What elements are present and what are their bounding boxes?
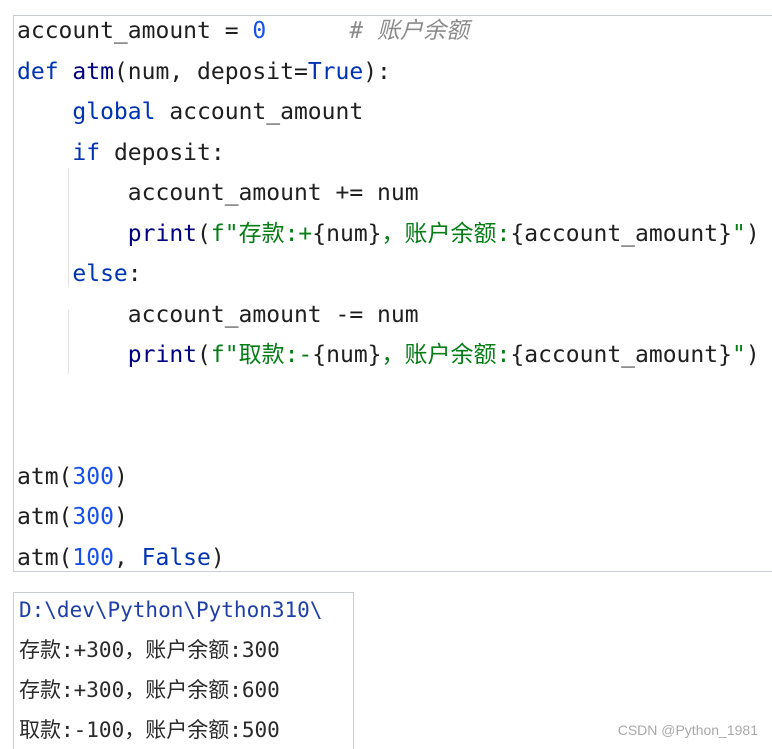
code-token: else: [72, 261, 128, 287]
code-line[interactable]: print(f"取款:-{num}，账户余额:{account_amount}"…: [17, 340, 760, 380]
code-token: False: [141, 544, 211, 571]
code-token: account_amount += num: [17, 180, 419, 206]
code-token: def: [17, 58, 73, 85]
code-token: {account_amount}: [510, 342, 732, 368]
code-token: f"取款:-: [210, 342, 313, 368]
code-token: atm(: [17, 463, 73, 490]
code-token: True: [307, 58, 364, 85]
code-line[interactable]: account_amount += num: [17, 178, 419, 218]
code-line[interactable]: atm(300): [17, 502, 128, 542]
code-line[interactable]: account_amount -= num: [17, 300, 419, 340]
output-line: 存款:+300，账户余额:300: [19, 638, 280, 662]
code-line[interactable]: print(f"存款:+{num}，账户余额:{account_amount}"…: [17, 219, 760, 259]
code-token: (num, deposit=: [113, 58, 308, 85]
code-token: ，账户余额:: [381, 342, 511, 368]
code-line[interactable]: account_amount = 0 # 账户余额: [17, 16, 469, 56]
code-token: ): [745, 342, 760, 368]
code-token: account_amount =: [17, 18, 253, 44]
code-token: global: [72, 99, 156, 125]
code-token: ): [113, 463, 128, 490]
code-line[interactable]: if deposit:: [17, 138, 225, 178]
code-token: 300: [72, 463, 114, 490]
code-token: ): [113, 504, 128, 530]
output-line: 取款:-100，账户余额:500: [19, 718, 280, 742]
code-token: 300: [72, 504, 114, 530]
code-token: account_amount -= num: [17, 301, 419, 328]
code-token: ):: [363, 58, 391, 85]
code-token: {account_amount}: [510, 220, 732, 247]
code-token: :: [127, 261, 142, 287]
code-token: 0: [252, 18, 267, 44]
code-token: 100: [72, 544, 114, 571]
code-token: account_amount: [155, 99, 364, 125]
code-token: ": [731, 220, 746, 247]
code-token: {num}: [312, 220, 382, 247]
code-token: print: [127, 220, 198, 247]
output-line: 存款:+300，账户余额:600: [19, 678, 280, 702]
code-token: ): [745, 220, 760, 247]
run-output-console[interactable]: D:\dev\Python\Python310\ 存款:+300，账户余额:300…: [13, 592, 354, 749]
code-line[interactable]: def atm(num, deposit=True):: [17, 57, 391, 97]
code-token: atm(: [17, 544, 73, 571]
code-token: (: [197, 342, 211, 368]
code-token: f"存款:+: [210, 220, 313, 247]
code-token: (: [197, 220, 211, 247]
code-line[interactable]: else:: [17, 259, 142, 299]
code-token: atm(: [17, 504, 73, 530]
code-token: {num}: [312, 342, 382, 368]
code-line[interactable]: atm(300): [17, 462, 128, 502]
code-line[interactable]: atm(100, False): [17, 543, 225, 572]
code-line[interactable]: global account_amount: [17, 97, 363, 137]
output-path-line: D:\dev\Python\Python310\: [19, 598, 323, 622]
code-token: atm: [72, 58, 114, 85]
code-token: # 账户余额: [266, 18, 470, 44]
code-token: ": [731, 342, 746, 368]
code-token: ,: [113, 544, 142, 571]
code-editor[interactable]: account_amount = 0 # 账户余额 def atm(num, de…: [13, 15, 772, 572]
code-token: ): [210, 544, 225, 571]
watermark: CSDN @Python_1981: [617, 722, 758, 738]
code-token: print: [127, 342, 198, 368]
code-token: deposit:: [100, 139, 225, 166]
code-token: if: [72, 139, 101, 166]
code-token: ，账户余额:: [381, 220, 511, 247]
